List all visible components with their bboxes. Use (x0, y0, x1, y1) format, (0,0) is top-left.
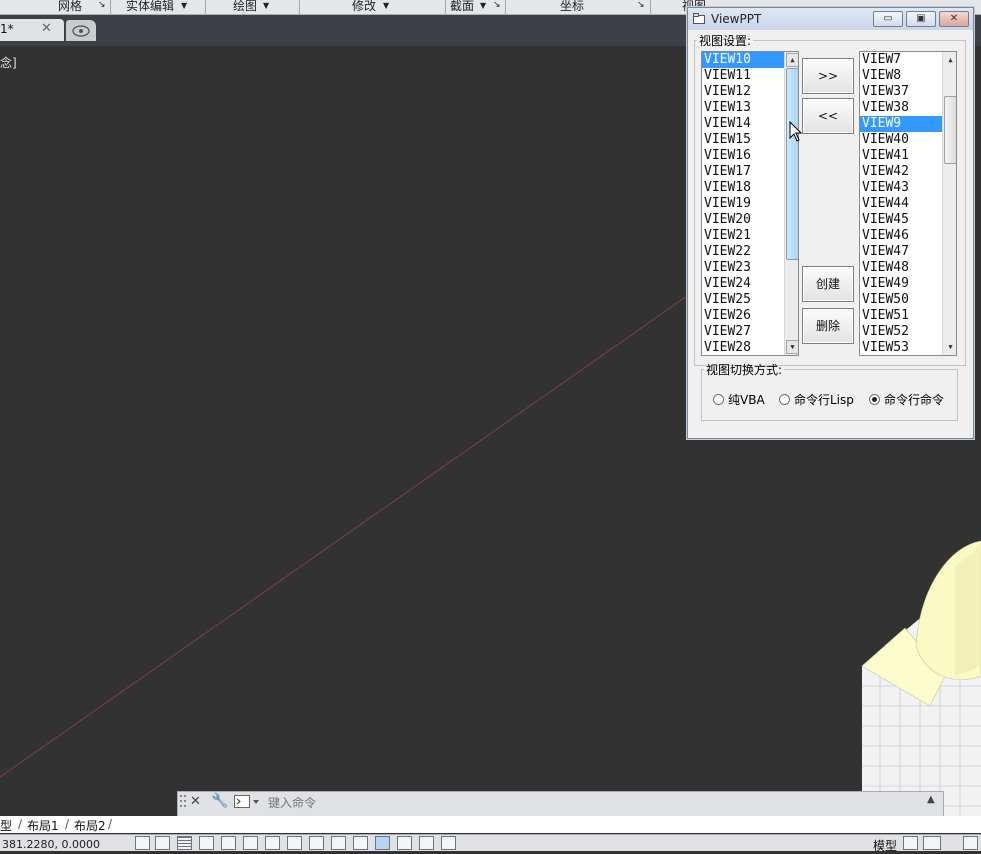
radio-button[interactable] (779, 394, 790, 405)
option-label: 纯VBA (728, 393, 765, 407)
ribbon-separator (505, 0, 506, 14)
annotation-scale-icon[interactable] (963, 836, 978, 850)
polar-tracking-icon[interactable] (221, 836, 236, 850)
available-views-list[interactable]: VIEW10 VIEW11 VIEW12 VIEW13 VIEW14 VIEW15 VIEW… (701, 51, 799, 356)
mouse-cursor-icon (789, 121, 803, 142)
radio-button-selected[interactable] (869, 394, 880, 405)
left-list-scrollbar[interactable]: ▲ ▼ (784, 52, 798, 355)
restore-icon: ▣ (916, 13, 926, 24)
scroll-down-arrow-icon[interactable]: ▼ (786, 340, 798, 354)
ribbon-panel-section[interactable]: 截面 (450, 0, 474, 13)
ribbon-separator (110, 0, 111, 14)
annotation-monitor-icon[interactable] (441, 836, 456, 850)
grid-display-icon[interactable] (177, 836, 192, 850)
option-command-lisp[interactable]: 命令行Lisp (779, 391, 854, 408)
app-window-icon (693, 13, 705, 24)
tab-separator: / (18, 817, 23, 831)
tab-layout2[interactable]: 布局2 (74, 817, 106, 834)
selected-views-list[interactable]: VIEW7 VIEW8 VIEW37 VIEW38 VIEW9 VIEW40 VIEW41 V… (859, 51, 957, 356)
tab-separator: / (65, 817, 70, 831)
right-list-scrollbar[interactable]: ▲ ▼ (942, 52, 956, 355)
ribbon-separator (445, 0, 446, 14)
ribbon-panel-draw[interactable]: 绘图 (233, 0, 257, 13)
close-icon[interactable]: ✕ (41, 21, 52, 36)
dropdown-arrow-icon[interactable]: ▼ (480, 1, 486, 14)
switch-mode-label: 视图切换方式: (706, 363, 783, 377)
option-pure-vba[interactable]: 纯VBA (713, 391, 765, 408)
minimize-icon: ▭ (883, 13, 893, 24)
dropdown-arrow-icon[interactable]: ▼ (263, 1, 269, 14)
3d-object-snap-icon[interactable] (265, 836, 280, 850)
scroll-thumb[interactable] (944, 96, 956, 164)
ribbon-separator (205, 0, 206, 14)
command-history-up-icon[interactable]: ▲ (927, 794, 935, 805)
scroll-down-arrow-icon[interactable]: ▼ (944, 340, 956, 354)
tab-layout1[interactable]: 布局1 (27, 817, 59, 834)
command-input[interactable]: 键入命令 (268, 794, 316, 811)
drawn-line (0, 295, 688, 778)
delete-button[interactable]: 删除 (802, 308, 854, 344)
dropdown-arrow-icon[interactable]: ▼ (383, 1, 389, 14)
dropdown-arrow-icon[interactable]: ▼ (181, 1, 187, 14)
close-button[interactable]: ✕ (939, 11, 969, 27)
close-icon[interactable]: ✕ (190, 794, 201, 809)
file-tab-label: 1* (0, 22, 14, 36)
dialog-launcher-icon[interactable]: ↘ (637, 0, 645, 14)
add-view-button[interactable]: >> (802, 58, 854, 94)
layout-tab-bar (0, 816, 981, 833)
transparency-icon[interactable] (375, 836, 390, 850)
object-snap-tracking-icon[interactable] (287, 836, 302, 850)
minimize-button[interactable]: ▭ (873, 11, 903, 27)
model-space-button[interactable]: 模型 (873, 837, 897, 854)
lineweight-icon[interactable] (353, 836, 368, 850)
ribbon-separator (299, 0, 300, 14)
layout-view-icon[interactable] (903, 836, 918, 850)
ribbon-panel-solid-edit[interactable]: 实体编辑 (126, 0, 174, 13)
option-command-line[interactable]: 命令行命令 (869, 391, 944, 408)
viewppt-dialog: ViewPPT ▭ ▣ ✕ 视图设置: VIEW10 VIEW11 VIEW12 VI… (687, 7, 974, 439)
drag-handle-icon[interactable] (179, 794, 187, 812)
dialog-title: ViewPPT (711, 12, 762, 26)
view-settings-label: 视图设置: (699, 34, 752, 48)
snap-mode-icon[interactable] (155, 836, 170, 850)
ribbon-panel-coordinates[interactable]: 坐标 (560, 0, 584, 13)
quick-view-layouts-icon[interactable] (923, 836, 941, 850)
coordinates-readout[interactable]: 381.2280, 0.0000 (2, 838, 100, 851)
option-label: 命令行Lisp (794, 393, 854, 407)
ribbon-separator (650, 0, 651, 14)
tab-separator: / (108, 817, 113, 831)
scroll-up-arrow-icon[interactable]: ▲ (786, 53, 798, 67)
dialog-launcher-icon[interactable]: ↘ (98, 0, 106, 14)
tab-model[interactable]: 型 (0, 817, 12, 834)
close-icon: ✕ (949, 13, 959, 24)
maximize-button[interactable]: ▣ (906, 11, 936, 27)
dynamic-input-icon[interactable] (331, 836, 346, 850)
ribbon-panel-modify[interactable]: 修改 (352, 0, 376, 13)
ribbon-panel-mesh[interactable]: 网格 (58, 0, 82, 13)
remove-view-button[interactable]: << (802, 98, 854, 134)
scroll-up-arrow-icon[interactable]: ▲ (944, 53, 956, 67)
create-button[interactable]: 创建 (802, 266, 854, 302)
scroll-thumb[interactable] (786, 68, 798, 260)
radio-button[interactable] (713, 394, 724, 405)
3d-model (861, 540, 981, 816)
new-tab-button[interactable] (66, 20, 96, 41)
dynamic-ucs-icon[interactable] (309, 836, 324, 850)
selection-cycling-icon[interactable] (419, 836, 434, 850)
quick-properties-icon[interactable] (397, 836, 412, 850)
ortho-mode-icon[interactable] (199, 836, 214, 850)
customize-wrench-icon[interactable]: 🔧 (211, 793, 228, 809)
command-prompt-icon[interactable] (234, 795, 260, 809)
object-snap-icon[interactable] (243, 836, 258, 850)
option-label: 命令行命令 (884, 393, 945, 407)
new-drawing-icon (72, 25, 90, 37)
dialog-launcher-icon[interactable]: ↘ (493, 0, 501, 14)
infer-constraints-icon[interactable] (135, 836, 150, 850)
